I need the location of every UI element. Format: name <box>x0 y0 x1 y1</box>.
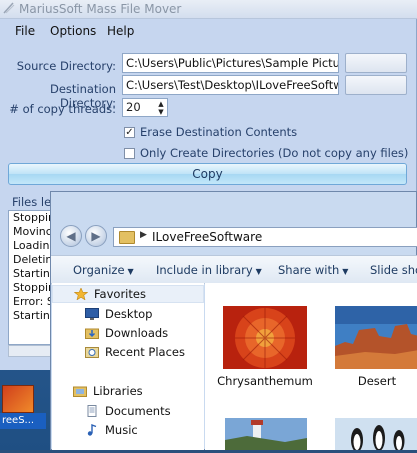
only-create-directories-option[interactable]: Only Create Directories (Do not copy any… <box>124 146 408 160</box>
menu-help[interactable]: Help <box>107 24 134 38</box>
source-directory-label: Source Directory: <box>16 59 116 73</box>
menu-options[interactable]: Options <box>50 24 96 38</box>
spin-up-icon[interactable]: ▲ <box>156 100 166 108</box>
nav-libraries-label: Libraries <box>93 384 143 398</box>
share-with-label: Share with <box>278 263 340 277</box>
erase-destination-option[interactable]: ✓ Erase Destination Contents <box>124 125 297 139</box>
nav-music[interactable]: Music <box>52 421 204 439</box>
erase-destination-label: Erase Destination Contents <box>140 125 298 139</box>
nav-recent-places[interactable]: Recent Places <box>52 343 204 361</box>
back-arrow-icon[interactable]: ◀ <box>60 225 82 247</box>
file-name-chrysanthemum: Chrysanthemum <box>217 374 313 388</box>
address-bar[interactable]: ▶ ILoveFreeSoftware <box>113 227 417 247</box>
desert-thumbnail <box>335 306 417 369</box>
only-create-directories-label: Only Create Directories (Do not copy any… <box>140 146 409 160</box>
include-in-library-button[interactable]: Include in library ▼ <box>156 263 262 277</box>
app-icon <box>3 2 15 14</box>
log-horizontal-scrollbar[interactable] <box>8 345 52 357</box>
chevron-down-icon: ▼ <box>255 267 262 276</box>
penguins-thumbnail <box>335 418 417 452</box>
music-icon <box>87 424 97 436</box>
nav-desktop-label: Desktop <box>105 307 153 321</box>
copy-threads-label: # of copy threads: <box>9 102 116 116</box>
folder-icon <box>119 231 135 244</box>
destination-browse-button[interactable] <box>345 75 407 95</box>
file-item-desert[interactable] <box>335 306 417 369</box>
log-entry: Stoppin <box>13 281 52 294</box>
nav-favorites-label: Favorites <box>94 287 146 301</box>
include-in-library-label: Include in library <box>156 263 253 277</box>
title-bar: MariusSoft Mass File Mover <box>0 0 417 19</box>
explorer-window: ◀ ▶ ▶ ILoveFreeSoftware Organize ▼ Includ… <box>50 191 417 452</box>
copy-button[interactable]: Copy <box>8 163 407 185</box>
downloads-folder-icon <box>85 328 99 339</box>
desktop-shortcut-icon <box>2 385 34 413</box>
only-create-directories-checkbox[interactable] <box>124 147 135 159</box>
forward-arrow-icon[interactable]: ▶ <box>85 225 107 247</box>
organize-label: Organize <box>73 263 125 277</box>
log-entry: Error: S <box>13 295 52 308</box>
address-path[interactable]: ILoveFreeSoftware <box>152 230 262 244</box>
menu-file[interactable]: File <box>15 24 35 38</box>
explorer-navigation-bar: ◀ ▶ ▶ ILoveFreeSoftware <box>51 220 417 252</box>
star-icon <box>74 288 88 300</box>
menu-bar: File Options Help <box>0 19 417 45</box>
nav-desktop[interactable]: Desktop <box>52 305 204 323</box>
log-entry: Startinc <box>13 267 52 280</box>
lighthouse-thumbnail <box>225 418 307 450</box>
nav-documents[interactable]: Documents <box>52 402 204 420</box>
nav-favorites[interactable]: Favorites <box>52 285 204 303</box>
command-bar: Organize ▼ Include in library ▼ Share with… <box>51 255 417 284</box>
desktop-shortcut[interactable]: reeS... <box>0 385 46 435</box>
file-view: Chrysanthemum Desert <box>205 283 417 452</box>
file-item-penguins[interactable] <box>335 418 417 452</box>
nav-music-label: Music <box>105 423 138 437</box>
source-browse-button[interactable] <box>345 53 407 73</box>
erase-destination-checkbox[interactable]: ✓ <box>124 126 135 138</box>
destination-directory-input[interactable]: C:\Users\Test\Desktop\ILoveFreeSoftware <box>122 75 339 95</box>
log-entry: Deletin <box>13 253 52 266</box>
nav-documents-label: Documents <box>105 404 171 418</box>
libraries-icon <box>73 386 87 397</box>
chevron-down-icon: ▼ <box>342 267 349 276</box>
documents-icon <box>87 405 97 417</box>
nav-downloads[interactable]: Downloads <box>52 324 204 342</box>
copy-threads-value: 20 <box>126 100 141 114</box>
log-entry: Stoppin <box>13 211 52 224</box>
nav-libraries[interactable]: Libraries <box>52 382 204 400</box>
copy-threads-stepper[interactable]: 20 ▲ ▼ <box>122 98 168 117</box>
chrysanthemum-thumbnail <box>223 306 307 369</box>
file-item-lighthouse[interactable] <box>225 418 307 450</box>
source-directory-input[interactable]: C:\Users\Public\Pictures\Sample Pictures <box>122 53 339 73</box>
file-item-chrysanthemum[interactable] <box>223 306 307 369</box>
files-left-label: Files lef <box>12 195 56 209</box>
log-list[interactable]: Stoppin Movinc Loadin Deletin Startinc S… <box>8 210 52 345</box>
nav-recent-places-label: Recent Places <box>105 345 185 359</box>
recent-places-icon <box>85 347 99 358</box>
navigation-pane: Favorites Desktop Downloads Recent Place… <box>52 283 204 450</box>
slide-show-button[interactable]: Slide show <box>370 263 417 277</box>
desktop-shortcut-label: reeS... <box>0 413 46 429</box>
share-with-button[interactable]: Share with ▼ <box>278 263 348 277</box>
organize-button[interactable]: Organize ▼ <box>73 263 134 277</box>
log-entry: Starting <box>13 309 51 322</box>
log-entry: Movinc <box>13 225 52 238</box>
chevron-down-icon: ▼ <box>127 267 134 276</box>
desktop-icon <box>85 308 99 320</box>
file-name-desert: Desert <box>357 374 397 388</box>
window-title: MariusSoft Mass File Mover <box>19 2 182 16</box>
log-entry: Loadin <box>13 239 50 252</box>
nav-downloads-label: Downloads <box>105 326 169 340</box>
breadcrumb-separator-icon: ▶ <box>140 230 147 240</box>
spin-down-icon[interactable]: ▼ <box>156 108 166 116</box>
